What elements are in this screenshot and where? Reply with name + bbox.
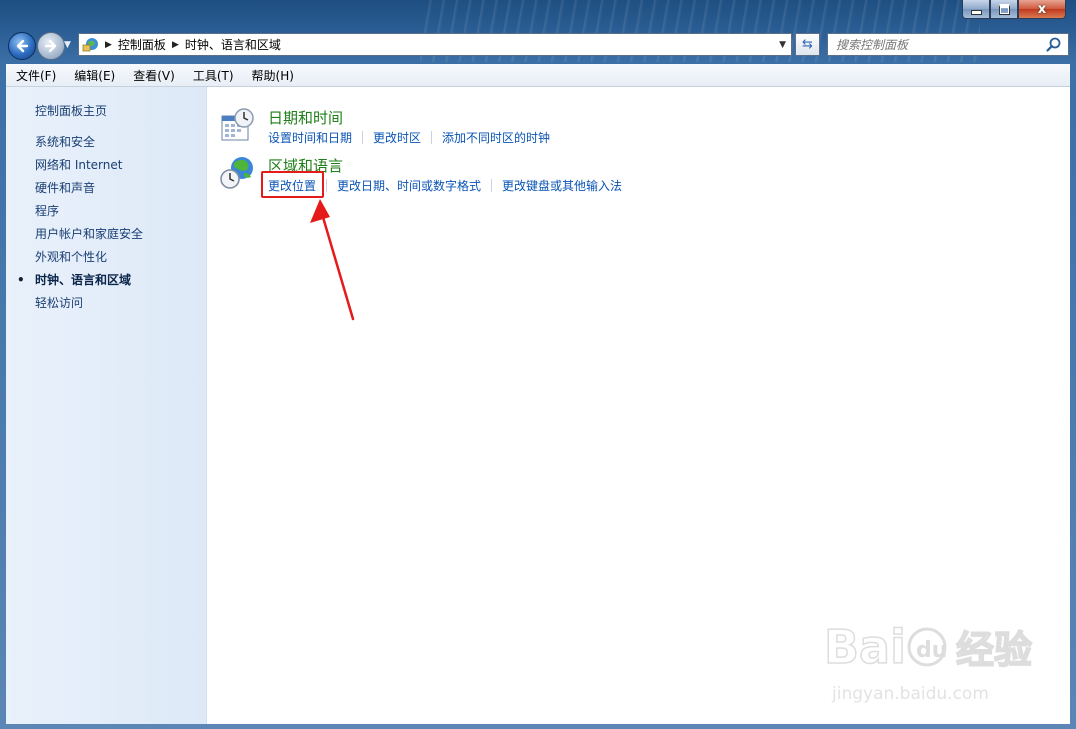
sidebar-home-link[interactable]: 控制面板主页: [35, 102, 107, 119]
sidebar-item-network[interactable]: 网络和 Internet: [35, 158, 143, 181]
search-icon[interactable]: [1045, 36, 1063, 54]
close-icon: x: [1037, 1, 1047, 17]
baidu-watermark-logo: Bai du 经验 jingyan.baidu.com: [824, 619, 1033, 704]
breadcrumb-control-panel[interactable]: 控制面板: [118, 36, 166, 53]
breadcrumb-separator-icon[interactable]: ▶: [172, 40, 179, 50]
forward-button[interactable]: [37, 32, 65, 60]
search-input[interactable]: [828, 36, 1045, 53]
link-add-clocks[interactable]: 添加不同时区的时钟: [442, 129, 550, 146]
navigation-bar: ▼ ▶ 控制面板 ▶ 时钟、语言和区域 ▼ ⇆: [0, 30, 1076, 62]
link-divider: [491, 179, 493, 192]
menu-view[interactable]: 查看(V): [123, 67, 183, 84]
sidebar-list: 系统和安全 网络和 Internet 硬件和声音 程序 用户帐户和家庭安全 外观…: [17, 135, 143, 319]
breadcrumb-separator-icon[interactable]: ▶: [105, 40, 112, 50]
link-divider: [431, 131, 433, 144]
forward-arrow-icon: [44, 39, 57, 53]
sidebar-item-appearance[interactable]: 外观和个性化: [35, 250, 143, 273]
link-change-timezone[interactable]: 更改时区: [373, 129, 421, 146]
link-divider: [326, 179, 328, 192]
calendar-clock-icon[interactable]: [220, 107, 256, 143]
category-links: 设置时间和日期 更改时区 添加不同时区的时钟: [268, 129, 550, 146]
menu-file[interactable]: 文件(F): [6, 67, 64, 84]
sidebar-item-programs[interactable]: 程序: [35, 204, 143, 227]
close-button[interactable]: x: [1018, 0, 1066, 19]
menu-edit[interactable]: 编辑(E): [64, 67, 123, 84]
link-set-time-date[interactable]: 设置时间和日期: [268, 129, 352, 146]
content-pane: 控制面板主页 系统和安全 网络和 Internet 硬件和声音 程序 用户帐户和…: [6, 87, 1070, 724]
sidebar-item-label: 时钟、语言和区域: [35, 273, 132, 287]
control-panel-icon: [82, 38, 98, 52]
recent-pages-dropdown-icon[interactable]: ▼: [64, 40, 71, 50]
refresh-button[interactable]: ⇆: [795, 33, 820, 56]
link-change-formats[interactable]: 更改日期、时间或数字格式: [337, 177, 481, 194]
svg-text:du: du: [916, 638, 947, 663]
sidebar-item-ease-of-access[interactable]: 轻松访问: [35, 296, 143, 319]
menu-tools[interactable]: 工具(T): [183, 67, 242, 84]
maximize-button[interactable]: [990, 0, 1018, 19]
active-bullet-icon: •: [17, 273, 25, 287]
menu-help[interactable]: 帮助(H): [242, 67, 302, 84]
back-button[interactable]: [8, 32, 36, 60]
sidebar: 控制面板主页 系统和安全 网络和 Internet 硬件和声音 程序 用户帐户和…: [6, 87, 207, 724]
globe-clock-icon[interactable]: [220, 155, 256, 191]
address-bar[interactable]: ▶ 控制面板 ▶ 时钟、语言和区域 ▼: [78, 33, 792, 56]
sidebar-item-clock-language-region[interactable]: • 时钟、语言和区域: [17, 273, 143, 296]
svg-text:Bai: Bai: [824, 620, 906, 674]
breadcrumb-clock-language-region[interactable]: 时钟、语言和区域: [185, 36, 281, 53]
sidebar-item-system-security[interactable]: 系统和安全: [35, 135, 143, 158]
minimize-icon: [970, 9, 982, 15]
annotation-arrow-icon: [310, 199, 355, 321]
minimize-button[interactable]: [962, 0, 990, 19]
watermark-url-text: jingyan.baidu.com: [831, 684, 989, 704]
category-title[interactable]: 日期和时间: [268, 107, 343, 128]
highlight-box: [261, 171, 324, 198]
link-change-keyboards[interactable]: 更改键盘或其他输入法: [502, 177, 622, 194]
sidebar-item-user-accounts[interactable]: 用户帐户和家庭安全: [35, 227, 143, 250]
caption-buttons: x: [962, 0, 1066, 19]
address-dropdown-icon[interactable]: ▼: [779, 40, 786, 50]
maximize-icon: [998, 3, 1010, 15]
menu-bar: 文件(F) 编辑(E) 查看(V) 工具(T) 帮助(H): [6, 64, 1070, 87]
explorer-window: x ▼ ▶ 控制面板 ▶ 时钟、语言和区域 ▼ ⇆ 搜索控制面板 文件(F) 编…: [0, 0, 1076, 729]
svg-text:经验: 经验: [956, 628, 1032, 672]
search-box[interactable]: [827, 33, 1069, 56]
sidebar-item-hardware-sound[interactable]: 硬件和声音: [35, 181, 143, 204]
refresh-icon: ⇆: [802, 37, 813, 52]
back-arrow-icon: [16, 39, 29, 53]
link-divider: [362, 131, 364, 144]
